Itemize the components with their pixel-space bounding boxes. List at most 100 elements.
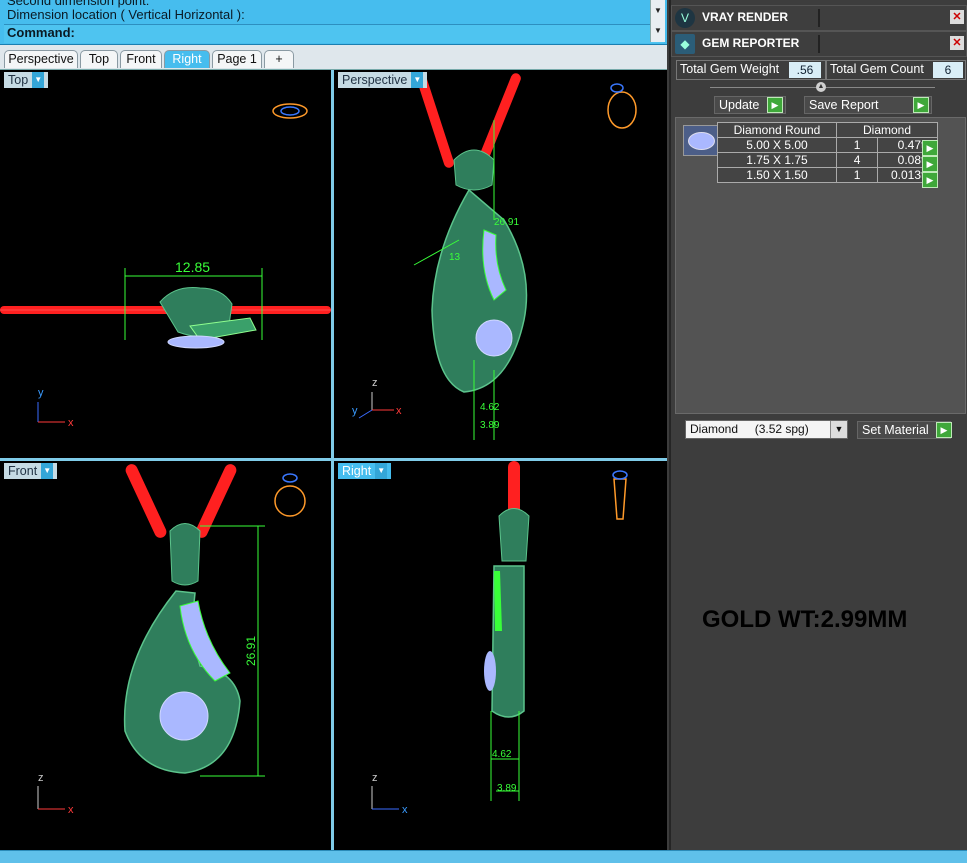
dimension-label: 26.91 <box>494 217 519 228</box>
panel-separator <box>818 9 820 27</box>
row-action-arrow-icon[interactable]: ▶ <box>922 172 938 188</box>
viewport-label-text: Perspective <box>342 73 408 87</box>
tab-perspective[interactable]: Perspective <box>4 50 78 68</box>
command-area: Second dimension point: Dimension locati… <box>0 0 667 45</box>
tab-right[interactable]: Right <box>164 50 210 68</box>
chevron-down-icon[interactable]: ▼ <box>830 421 847 438</box>
viewport-label-right[interactable]: Right ▼ <box>338 463 392 479</box>
dropdown-arrow-icon[interactable]: ▼ <box>41 463 54 479</box>
right-view-drawing: 4.62 3.89 z x <box>371 461 628 816</box>
vray-title: VRAY RENDER <box>702 10 789 24</box>
dimension-label: 3.89 <box>480 420 500 431</box>
axis-gizmo: y x <box>37 387 74 429</box>
save-report-button-label: Save Report <box>809 98 879 112</box>
viewport-perspective[interactable]: 26.91 13 4.62 3.89 z x y Perspective ▼ <box>334 70 667 458</box>
axis-gizmo: z x y <box>352 377 402 419</box>
table-row: 1.50 X 1.50 1 0.013tw <box>717 167 938 183</box>
front-view-drawing: 26.91 z x <box>37 464 306 816</box>
command-input[interactable]: Command: <box>4 24 664 43</box>
set-material-button-label: Set Material <box>862 423 929 437</box>
gem-size-cell: 1.75 X 1.75 <box>717 152 837 168</box>
tab-page-1[interactable]: Page 1 <box>212 50 262 68</box>
close-icon[interactable]: ✕ <box>950 10 964 24</box>
ring-widget-icon <box>274 473 306 517</box>
vray-render-panel[interactable]: V VRAY RENDER ✕ <box>671 5 967 31</box>
dimension-label: 4.62 <box>480 402 500 413</box>
row-action-arrow-icon[interactable]: ▶ <box>922 156 938 172</box>
dimension-label: 3.89 <box>497 783 517 794</box>
viewport-label-perspective[interactable]: Perspective ▼ <box>338 72 428 88</box>
ring-widget-icon <box>612 470 628 520</box>
gem-size-cell: 5.00 X 5.00 <box>717 137 837 153</box>
scroll-down-icon[interactable]: ▼ <box>654 26 662 35</box>
tab-top[interactable]: Top <box>80 50 118 68</box>
add-tab-button[interactable]: + <box>264 50 294 68</box>
close-icon[interactable]: ✕ <box>950 36 964 50</box>
gem-count-cell: 4 <box>835 152 879 168</box>
axis-x-label: x <box>396 405 402 417</box>
table-row: 1.75 X 1.75 4 0.08tw <box>717 152 938 168</box>
gem-table: Diamond Round Diamond 5.00 X 5.00 1 0.47… <box>717 122 938 183</box>
viewport-divider-vertical[interactable] <box>331 70 334 850</box>
collapse-icon[interactable]: ▲ <box>816 82 826 92</box>
play-arrow-icon[interactable]: ▶ <box>913 97 929 113</box>
viewport-top[interactable]: 12.85 y x Top ▼ <box>0 70 331 458</box>
axis-y-label: y <box>38 387 44 399</box>
axis-gizmo: z x <box>37 772 74 816</box>
dropdown-arrow-icon[interactable]: ▼ <box>375 463 388 479</box>
axis-gizmo: z x <box>371 772 408 816</box>
play-arrow-icon[interactable]: ▶ <box>767 97 783 113</box>
dimension-label: 13 <box>449 252 461 263</box>
viewport-right[interactable]: 4.62 3.89 z x Right ▼ <box>334 461 667 850</box>
viewport-label-text: Front <box>8 464 38 478</box>
command-scrollbar[interactable]: ▼ ▼ <box>650 0 665 42</box>
top-view-drawing: 12.85 y x <box>0 103 331 429</box>
viewport-front[interactable]: 26.91 z x Front ▼ <box>0 461 331 850</box>
viewport-label-top[interactable]: Top ▼ <box>4 72 49 88</box>
diamond-round-icon <box>683 125 718 156</box>
axis-x-label: x <box>68 804 74 816</box>
taskbar <box>0 850 967 863</box>
scroll-down-icon[interactable]: ▼ <box>654 6 662 15</box>
viewport-label-front[interactable]: Front ▼ <box>4 463 58 479</box>
row-action-arrow-icon[interactable]: ▶ <box>922 140 938 156</box>
dropdown-arrow-icon[interactable]: ▼ <box>411 72 424 88</box>
axis-x-label: x <box>402 804 408 816</box>
gem-table-header-shape: Diamond Round <box>717 122 837 138</box>
dimension-label: 4.62 <box>492 749 512 760</box>
table-row: 5.00 X 5.00 1 0.47tw <box>717 137 938 153</box>
axis-y-label: y <box>352 405 358 417</box>
total-gem-count-value: 6 <box>933 62 963 78</box>
ring-widget-icon <box>272 103 308 119</box>
command-history-line: Dimension location ( Vertical Horizontal… <box>7 7 245 22</box>
ring-widget-icon <box>607 83 637 129</box>
vray-icon: V <box>675 8 695 28</box>
play-arrow-icon[interactable]: ▶ <box>936 422 952 438</box>
gem-count-cell: 1 <box>835 167 879 183</box>
total-gem-weight-label: Total Gem Weight <box>680 62 780 76</box>
update-button-label: Update <box>719 98 760 112</box>
gold-weight-text: GOLD WT:2.99MM <box>702 606 908 633</box>
gem-count-cell: 1 <box>835 137 879 153</box>
dropdown-arrow-icon[interactable]: ▼ <box>32 72 45 88</box>
material-select[interactable]: Diamond (3.52 spg) ▼ <box>685 420 848 439</box>
command-prompt-label: Command: <box>7 25 75 40</box>
axis-z-label: z <box>372 377 378 389</box>
material-select-value: Diamond (3.52 spg) <box>690 422 809 436</box>
viewport-label-text: Top <box>8 73 29 87</box>
gem-reporter-icon: ◆ <box>675 34 695 54</box>
gem-reporter-panel[interactable]: ◆ GEM REPORTER ✕ <box>671 31 967 57</box>
axis-z-label: z <box>372 772 378 784</box>
panel-separator <box>818 35 820 53</box>
axis-x-label: x <box>68 417 74 429</box>
axis-z-label: z <box>38 772 44 784</box>
viewport-label-text: Right <box>342 464 372 478</box>
dimension-label: 26.91 <box>244 636 258 666</box>
gem-size-cell: 1.50 X 1.50 <box>717 167 837 183</box>
tab-front[interactable]: Front <box>120 50 162 68</box>
total-gem-weight-value: .56 <box>789 62 821 78</box>
gem-reporter-title: GEM REPORTER <box>702 36 800 50</box>
total-gem-count-label: Total Gem Count <box>830 62 924 76</box>
perspective-view-drawing: 26.91 13 4.62 3.89 z x y <box>352 72 637 440</box>
viewport-tabs: Perspective Top Front Right Page 1 + <box>0 45 667 70</box>
